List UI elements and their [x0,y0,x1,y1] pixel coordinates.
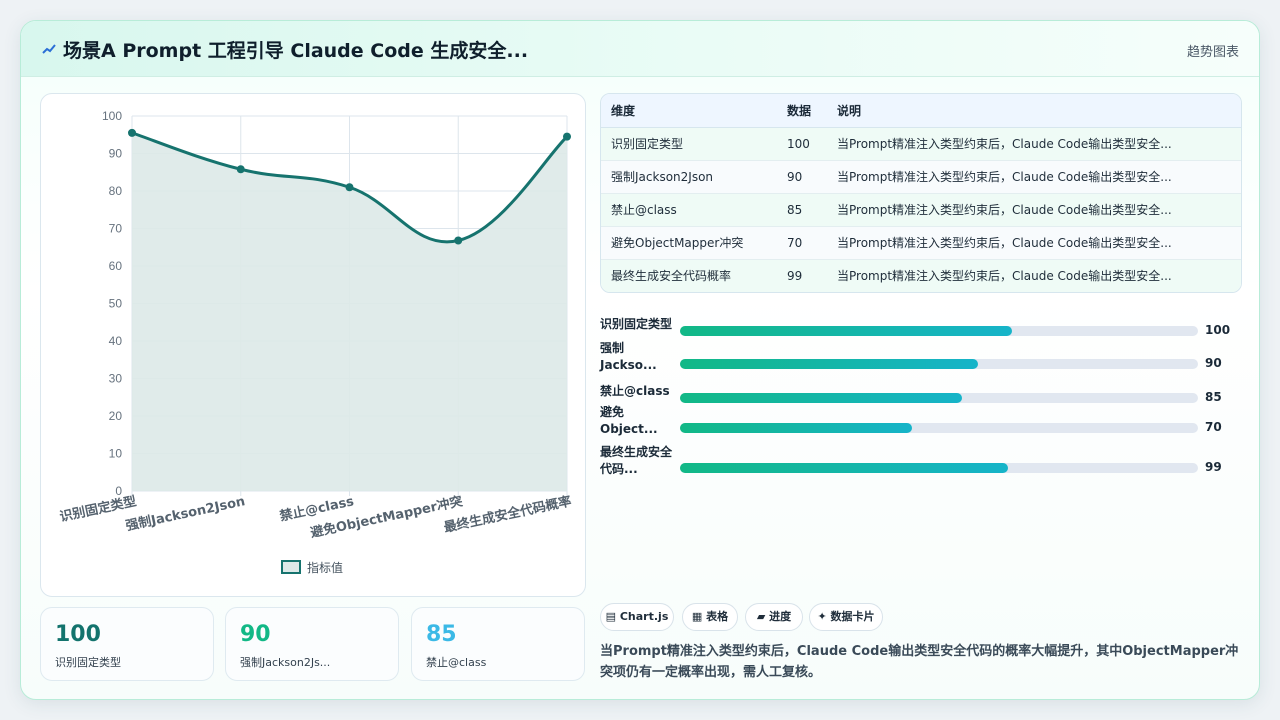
progress-track [680,423,1198,433]
stat-card: 90 强制Jackson2Js... [225,607,399,681]
y-tick-label: 90 [109,147,123,161]
table-cell-dimension: 禁止@class [601,193,777,227]
progress-track [680,359,1198,369]
progress-track [680,326,1198,336]
table-header-dimension: 维度 [601,94,777,128]
y-tick-label: 30 [109,372,123,386]
chart-trend-icon [42,44,56,54]
pill-icon: ✦ [817,610,827,623]
pill-label: 进度 [769,610,792,623]
pill-3[interactable]: ✦ 数据卡片 [809,603,883,631]
table-cell-description: 当Prompt精准注入类型约束后，Claude Code输出类型安全... [827,193,1241,227]
legend-swatch [281,560,301,574]
pill-icon: ▰ [756,610,766,623]
stat-label: 识别固定类型 [55,656,121,669]
progress-list: 识别固定类型 100 强制Jackso... 90 禁止@class 85 避免Object… [600,301,1242,476]
data-point [563,132,571,141]
y-tick-label: 100 [102,109,122,123]
table-cell-dimension: 识别固定类型 [601,127,777,161]
pill-1[interactable]: ▦ 表格 [682,603,738,631]
header: 场景A Prompt 工程引导 Claude Code 生成安全... 趋势图表 [21,21,1259,77]
data-point [236,165,245,174]
table-cell-data: 85 [777,193,827,227]
table-cell-dimension: 最终生成安全代码概率 [611,269,732,284]
y-tick-label: 10 [109,447,123,461]
progress-label: 强制Jackso... [600,341,657,372]
table-cell-dimension: 强制Jackson2Json [601,160,777,194]
table-cell-description: 当Prompt精准注入类型约束后，Claude Code输出类型安全... [827,160,1241,194]
line-chart-panel: 0 10 20 30 40 50 60 70 80 90 100 识别固定类型 强制Jackson2Js… [40,93,586,597]
y-tick-label: 0 [115,484,122,498]
progress-track [680,463,1198,473]
trend-chart-link[interactable]: 趋势图表 [1187,41,1239,60]
progress-fill [680,359,979,369]
y-tick-label: 70 [109,222,123,236]
pill-0[interactable]: ▤ Chart.js [600,603,674,631]
progress-track [680,393,1198,403]
stat-value: 100 [55,622,101,647]
pill-label: Chart.js [619,610,669,623]
progress-fill [680,463,1009,473]
stat-label: 禁止@class [426,656,487,669]
pill-label: 数据卡片 [830,610,875,623]
progress-fill [680,393,962,403]
progress-fill [680,326,1012,336]
table-cell-description: 当Prompt精准注入类型约束后，Claude Code输出类型安全... [837,269,1172,284]
table-row: 禁止@class 85 当Prompt精准注入类型约束后，Claude Code输出… [601,193,1241,227]
table-row: 强制Jackson2Json 90 当Prompt精准注入类型约束后，Claude … [601,160,1241,194]
table-cell-description: 当Prompt精准注入类型约束后，Claude Code输出类型安全... [827,226,1241,260]
pill-icon: ▦ [691,610,703,623]
stat-card: 100 识别固定类型 [40,607,214,681]
progress-value: 90 [1205,356,1222,370]
pill-2[interactable]: ▰ 进度 [745,603,803,631]
table-header-data: 数据 [777,94,827,128]
data-point [345,183,354,192]
table-cell-data: 99 [787,268,803,283]
progress-fill [680,423,913,433]
progress-label: 禁止@class [600,384,670,398]
progress-label: 识别固定类型 [600,317,673,331]
table-cell-data: 90 [777,160,827,194]
y-tick-label: 40 [109,334,123,348]
progress-value: 85 [1205,390,1222,404]
table-header-description: 说明 [827,94,1241,128]
pill-icon: ▤ [605,610,617,623]
pill-label: 表格 [706,610,729,623]
table-row: 识别固定类型 100 当Prompt精准注入类型约束后，Claude Code输出类… [601,127,1241,161]
progress-label: 避免Object... [600,405,658,436]
x-tick-label: 强制Jackson2Json [124,493,246,534]
progress-value: 70 [1205,420,1222,434]
table-cell-data: 70 [777,226,827,260]
legend-label: 指标值 [307,560,343,575]
y-tick-label: 80 [109,184,123,198]
stat-label: 强制Jackson2Js... [240,656,331,669]
dashboard-card: 场景A Prompt 工程引导 Claude Code 生成安全... 趋势图表… [20,20,1260,700]
stat-value: 90 [240,622,271,647]
table-row: 最终生成安全代码概率 99 当Prompt精准注入类型约束后，Claude Code… [601,259,1241,292]
data-point [128,128,136,137]
stat-value: 85 [426,622,457,647]
data-point [454,236,463,245]
table-cell-data: 100 [777,127,827,161]
progress-value: 99 [1205,460,1222,474]
y-tick-label: 20 [109,409,123,423]
y-tick-label: 50 [109,297,123,311]
table-cell-description: 当Prompt精准注入类型约束后，Claude Code输出类型安全... [827,127,1241,161]
stat-card: 85 禁止@class [411,607,585,681]
page-title: 场景A Prompt 工程引导 Claude Code 生成安全... [63,40,529,62]
summary-text: 当Prompt精准注入类型约束后，Claude Code输出类型安全代码的概率大… [600,644,1239,680]
data-table: 维度 数据 说明 识别固定类型 100 当Prompt精准注入类型约束后，Claud… [600,93,1242,293]
table-cell-dimension: 避免ObjectMapper冲突 [601,226,777,260]
table-row: 避免ObjectMapper冲突 70 当Prompt精准注入类型约束后，Claud… [601,226,1241,260]
progress-label: 最终生成安全代码... [600,445,673,476]
progress-value: 100 [1205,323,1231,337]
line-chart: 0102030405060708090100识别固定类型强制Jackson2Js… [58,109,573,575]
y-tick-label: 60 [109,259,123,273]
table-header-row: 维度 数据 说明 [601,94,1241,128]
